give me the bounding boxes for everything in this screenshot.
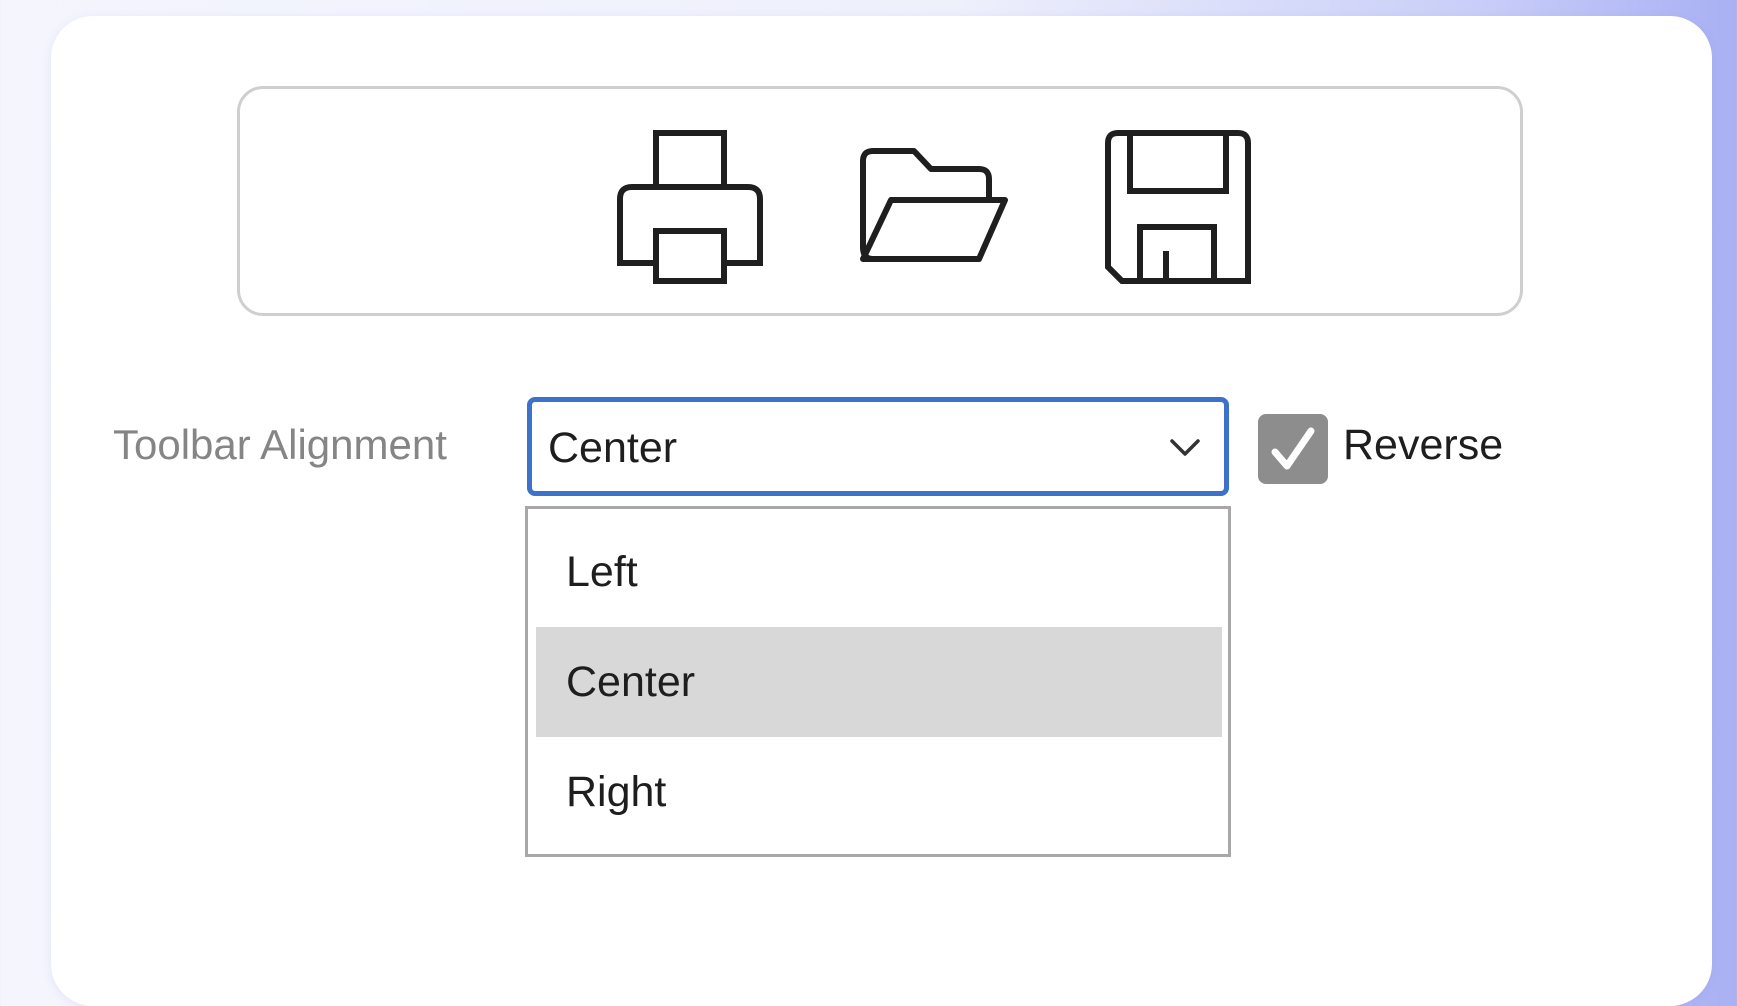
reverse-label[interactable]: Reverse [1343, 421, 1503, 470]
save-button[interactable] [1098, 123, 1258, 291]
option-left[interactable]: Left [536, 517, 1222, 627]
option-right[interactable]: Right [536, 737, 1222, 847]
toolbar-preview [237, 86, 1523, 316]
toolbar-alignment-label: Toolbar Alignment [113, 421, 447, 468]
settings-card: Toolbar Alignment Center Reverse Left Ce… [51, 16, 1712, 1006]
option-center[interactable]: Center [536, 627, 1222, 737]
chevron-down-icon [1170, 439, 1200, 456]
open-button[interactable] [854, 123, 1014, 291]
print-button[interactable] [610, 123, 770, 291]
folder-open-icon [860, 148, 1008, 262]
save-icon [1105, 130, 1251, 284]
alignment-select[interactable]: Center [527, 397, 1229, 496]
checkmark-icon [1271, 427, 1315, 470]
print-icon [617, 130, 763, 284]
alignment-select-value: Center [548, 424, 678, 472]
alignment-dropdown-list: Left Center Right [525, 506, 1231, 857]
reverse-checkbox[interactable] [1258, 414, 1328, 484]
